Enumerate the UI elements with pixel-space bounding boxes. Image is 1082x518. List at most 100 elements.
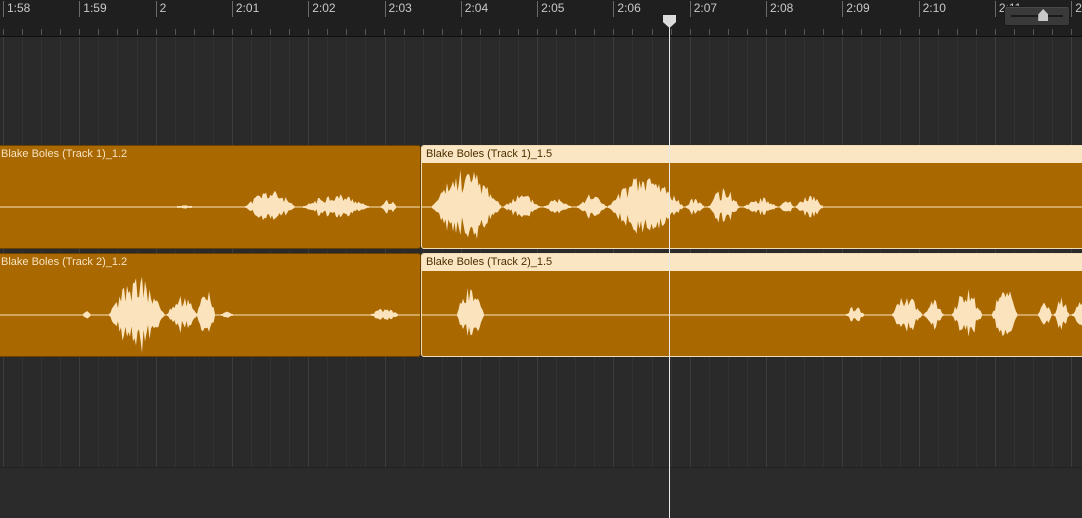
waveform-burst <box>177 205 192 209</box>
grid-line <box>1014 37 1015 467</box>
ruler-minor-tick <box>919 29 920 35</box>
waveform-burst <box>504 195 540 218</box>
ruler-minor-tick <box>804 29 805 35</box>
ruler-minor-tick <box>384 29 385 35</box>
ruler-minor-tick <box>194 29 195 35</box>
grid-line <box>137 37 138 467</box>
grid-line <box>690 37 691 467</box>
waveform-burst <box>1054 297 1069 330</box>
region-name: Blake Boles (Track 2)_1.2 <box>1 256 128 268</box>
ruler-minor-tick <box>499 29 500 35</box>
ruler-minor-tick <box>709 29 710 35</box>
waveform-burst <box>371 308 398 321</box>
region-track1-1-5[interactable]: Blake Boles (Track 1)_1.5 <box>421 145 1082 249</box>
ruler-tick-label: 2:05 <box>537 1 564 17</box>
waveform-burst <box>221 311 233 318</box>
grid-line <box>1033 37 1034 467</box>
ruler-minor-tick <box>1014 29 1015 35</box>
grid-line <box>632 37 633 467</box>
waveform-burst <box>577 194 607 219</box>
ruler-minor-tick <box>308 29 309 35</box>
grid-line <box>938 37 939 467</box>
ruler-tick-label: 2: <box>1071 1 1082 17</box>
playhead-line[interactable] <box>669 24 670 518</box>
ruler-minor-tick <box>1033 29 1034 35</box>
time-ruler[interactable]: 1:58 1:59 2 2:01 2:02 2:03 2:04 2:05 2:06 2:07 2:0… <box>0 0 1082 37</box>
ruler-minor-tick <box>671 29 672 35</box>
ruler-minor-tick <box>289 29 290 35</box>
ruler-minor-tick <box>880 29 881 35</box>
ruler-minor-tick <box>575 29 576 35</box>
region-name: Blake Boles (Track 1)_1.2 <box>1 148 128 160</box>
ruler-tick-label: 2:06 <box>613 1 641 17</box>
grid-line <box>995 37 996 467</box>
grid-line <box>79 37 80 467</box>
ruler-minor-tick <box>1071 29 1072 35</box>
ruler-minor-tick <box>98 29 99 35</box>
ruler-minor-tick <box>632 29 633 35</box>
zoom-slider-track <box>1011 15 1063 17</box>
grid-line <box>327 37 328 467</box>
region-track1-1-2[interactable]: Blake Boles (Track 1)_1.2 <box>0 145 421 249</box>
ruler-minor-tick <box>41 29 42 35</box>
grid-line <box>804 37 805 467</box>
ruler-minor-tick <box>938 29 939 35</box>
grid-line <box>289 37 290 467</box>
ruler-minor-tick <box>556 29 557 35</box>
ruler-minor-tick <box>785 29 786 35</box>
ruler-tick-label: 2:03 <box>384 1 412 17</box>
ruler-minor-tick <box>823 29 824 35</box>
grid-line <box>613 37 614 467</box>
ruler-minor-tick <box>365 29 366 35</box>
grid-line <box>98 37 99 467</box>
ruler-minor-tick <box>232 29 233 35</box>
grid-line <box>156 37 157 467</box>
grid-line <box>365 37 366 467</box>
waveform <box>422 288 1082 337</box>
ruler-minor-tick <box>156 29 157 35</box>
ruler-minor-tick <box>251 29 252 35</box>
ruler-tick-label: 2:10 <box>918 1 946 17</box>
waveform-burst <box>432 169 501 239</box>
grid-line <box>518 37 519 467</box>
grid-line <box>575 37 576 467</box>
waveform-burst <box>708 188 740 223</box>
waveform-burst <box>544 198 571 214</box>
empty-track-area[interactable] <box>0 467 1082 518</box>
zoom-slider-thumb-icon[interactable] <box>1038 9 1049 21</box>
ruler-minor-tick <box>60 29 61 35</box>
region-track2-1-2[interactable]: Blake Boles (Track 2)_1.2 <box>0 253 421 357</box>
waveform <box>422 169 1082 239</box>
grid-line <box>900 37 901 467</box>
waveform-burst <box>924 299 944 330</box>
waveform-burst <box>381 199 396 214</box>
region-name: Blake Boles (Track 1)_1.5 <box>422 146 1082 163</box>
ruler-tick-label: 2:02 <box>308 1 336 17</box>
grid-line <box>823 37 824 467</box>
waveform-burst <box>1072 302 1082 326</box>
ruler-minor-tick <box>175 29 176 35</box>
waveform-burst <box>780 201 794 212</box>
grid-line <box>346 37 347 467</box>
grid-line <box>652 37 653 467</box>
grid-line <box>308 37 309 467</box>
ruler-minor-tick <box>976 29 977 35</box>
waveform-burst <box>608 177 683 234</box>
region-name: Blake Boles (Track 2)_1.5 <box>422 254 1082 271</box>
grid-line <box>861 37 862 467</box>
grid-line <box>671 37 672 467</box>
waveform <box>0 190 420 221</box>
zoom-slider[interactable] <box>1004 6 1070 26</box>
waveform-burst <box>197 291 215 332</box>
grid-line <box>709 37 710 467</box>
region-track2-1-5[interactable]: Blake Boles (Track 2)_1.5 <box>421 253 1082 357</box>
grid-line <box>594 37 595 467</box>
ruler-minor-tick <box>480 29 481 35</box>
grid-line <box>842 37 843 467</box>
waveform-burst <box>992 291 1018 336</box>
ruler-minor-tick <box>327 29 328 35</box>
grid-line <box>728 37 729 467</box>
ruler-minor-tick <box>537 29 538 35</box>
ruler-minor-tick <box>3 29 4 35</box>
waveform-burst <box>846 307 864 322</box>
